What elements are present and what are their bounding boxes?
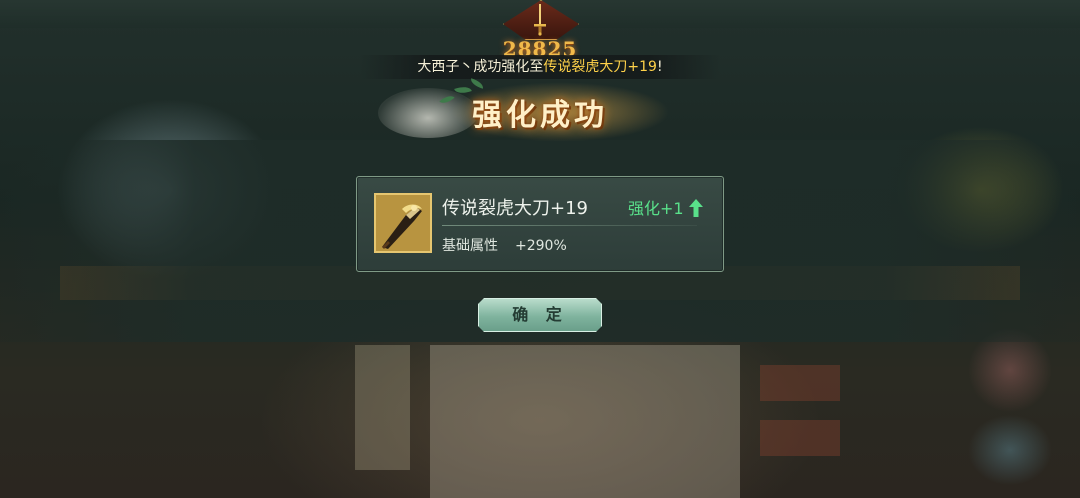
broadcast-player: 大西子丶	[417, 59, 474, 75]
background-scroll	[355, 345, 410, 470]
enhance-broadcast: 大西子丶成功强化至传说裂虎大刀+19!	[360, 55, 720, 79]
up-arrow-icon	[689, 199, 703, 217]
enhance-level: 强化+1	[628, 199, 684, 218]
broadcast-suffix: !	[656, 59, 663, 75]
attribute-label: 基础属性	[442, 238, 498, 254]
attribute-value: +290%	[515, 238, 567, 254]
background-panel	[430, 345, 740, 498]
item-icon-frame	[374, 193, 432, 253]
sword-emblem-icon	[534, 4, 546, 36]
background-button-1	[760, 365, 840, 401]
background-button-2	[760, 420, 840, 456]
broadcast-item: 传说裂虎大刀+19	[543, 59, 657, 75]
saber-weapon-icon	[376, 195, 430, 251]
confirm-button[interactable]: 确 定	[478, 298, 602, 332]
item-name: 传说裂虎大刀+19	[442, 198, 588, 219]
card-divider	[442, 225, 697, 226]
broadcast-text: 成功强化至	[473, 59, 544, 75]
success-title: 强化成功	[472, 98, 608, 133]
